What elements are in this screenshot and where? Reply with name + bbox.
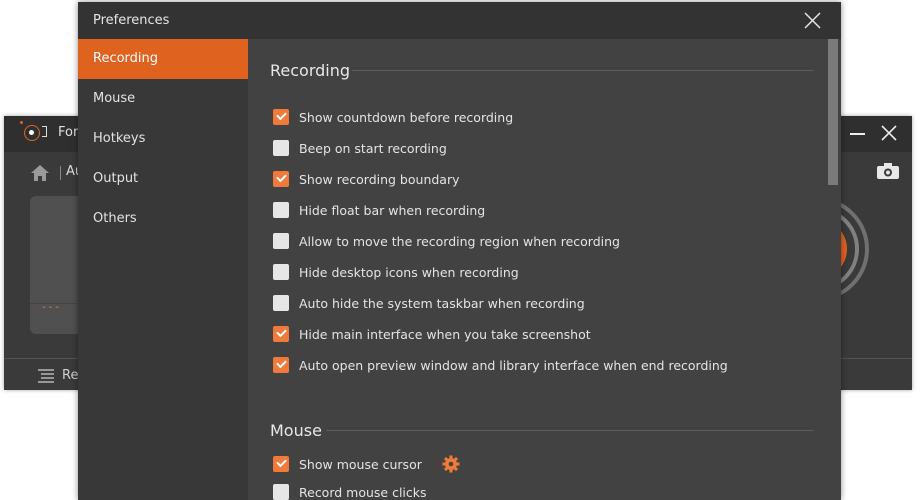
option-hide-desktop-icons[interactable]: Hide desktop icons when recording <box>273 263 519 281</box>
preferences-content: Recording Show countdown before recordin… <box>248 39 841 500</box>
option-label: Allow to move the recording region when … <box>299 233 620 249</box>
option-show-mouse-cursor[interactable]: Show mouse cursor <box>273 455 460 473</box>
section-title-recording: Recording <box>270 61 351 80</box>
scrollbar[interactable] <box>828 39 838 185</box>
close-icon[interactable] <box>804 12 821 29</box>
option-hide-main-interface[interactable]: Hide main interface when you take screen… <box>273 325 591 343</box>
sidebar-item-recording[interactable]: Recording <box>78 39 248 79</box>
checkbox[interactable] <box>273 295 289 311</box>
option-label: Hide main interface when you take screen… <box>299 326 591 342</box>
sidebar-item-output[interactable]: Output <box>78 159 248 199</box>
checkbox[interactable] <box>273 456 289 472</box>
option-label: Hide desktop icons when recording <box>299 264 519 280</box>
checkbox[interactable] <box>273 264 289 280</box>
checkbox[interactable] <box>273 233 289 249</box>
option-label: Show countdown before recording <box>299 109 514 125</box>
camera-icon[interactable] <box>876 162 900 180</box>
option-label: Hide float bar when recording <box>299 202 486 218</box>
divider <box>60 166 61 180</box>
close-icon[interactable] <box>880 124 898 142</box>
checkbox[interactable] <box>273 202 289 218</box>
sidebar-item-mouse[interactable]: Mouse <box>78 79 248 119</box>
checkbox[interactable] <box>273 109 289 125</box>
option-allow-move-region[interactable]: Allow to move the recording region when … <box>273 232 620 250</box>
section-title-mouse: Mouse <box>270 421 322 440</box>
checkbox[interactable] <box>273 171 289 187</box>
home-icon[interactable] <box>30 164 50 182</box>
sidebar-item-others[interactable]: Others <box>78 199 248 239</box>
option-show-countdown[interactable]: Show countdown before recording <box>273 108 513 126</box>
app-logo-icon <box>24 125 40 141</box>
app-logo-dot-icon <box>20 121 23 124</box>
option-label: Beep on start recording <box>299 140 447 156</box>
option-record-mouse-clicks[interactable]: Record mouse clicks <box>273 483 427 500</box>
sidebar-item-hotkeys[interactable]: Hotkeys <box>78 119 248 159</box>
checkbox[interactable] <box>273 357 289 373</box>
checkbox[interactable] <box>273 140 289 156</box>
section-rule <box>326 430 814 431</box>
checkbox[interactable] <box>273 484 289 500</box>
gear-icon[interactable] <box>442 455 460 473</box>
option-auto-hide-taskbar[interactable]: Auto hide the system taskbar when record… <box>273 294 585 312</box>
section-rule <box>352 70 814 71</box>
option-beep-on-start[interactable]: Beep on start recording <box>273 139 447 157</box>
checkbox[interactable] <box>273 326 289 342</box>
option-label: Show recording boundary <box>299 171 460 187</box>
option-label: Auto open preview window and library int… <box>299 357 728 373</box>
option-label: Record mouse clicks <box>299 484 427 500</box>
list-icon[interactable] <box>38 369 54 383</box>
preferences-dialog: Preferences Recording Mouse Hotkeys Outp… <box>78 2 841 500</box>
option-show-boundary[interactable]: Show recording boundary <box>273 170 460 188</box>
option-label: Auto hide the system taskbar when record… <box>299 295 585 311</box>
option-auto-open-preview[interactable]: Auto open preview window and library int… <box>273 356 728 374</box>
dialog-title: Preferences <box>93 13 170 28</box>
dashed-indicator: --- <box>42 302 62 313</box>
speaker-icon <box>42 126 47 137</box>
dialog-titlebar: Preferences <box>78 2 841 39</box>
option-hide-float-bar[interactable]: Hide float bar when recording <box>273 201 485 219</box>
option-label: Show mouse cursor <box>299 456 422 472</box>
preferences-sidebar: Recording Mouse Hotkeys Output Others <box>78 39 248 500</box>
minimize-icon[interactable] <box>850 133 865 135</box>
